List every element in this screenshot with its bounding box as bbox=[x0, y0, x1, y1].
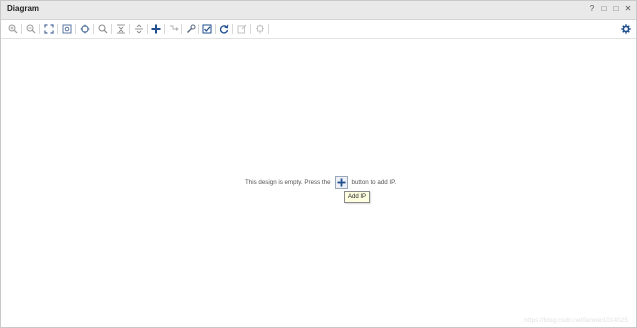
toolbar-separator bbox=[198, 24, 199, 34]
expand-all-icon[interactable] bbox=[133, 23, 145, 35]
toolbar-separator bbox=[147, 24, 148, 34]
wrench-icon[interactable] bbox=[185, 23, 197, 35]
title-bar: Diagram ? □ □ ✕ bbox=[1, 1, 636, 20]
collapse-all-icon[interactable] bbox=[115, 23, 127, 35]
window-controls: ? □ □ ✕ bbox=[588, 4, 632, 14]
toolbar-separator bbox=[232, 24, 233, 34]
empty-design-message: This design is empty. Press the button t… bbox=[245, 176, 396, 189]
toolbar-separator bbox=[39, 24, 40, 34]
toolbar-separator bbox=[181, 24, 182, 34]
add-ip-tooltip: Add IP bbox=[344, 191, 371, 203]
toolbar-separator bbox=[57, 24, 58, 34]
zoom-fit-icon[interactable] bbox=[61, 23, 73, 35]
toolbar-separator bbox=[250, 24, 251, 34]
help-icon[interactable]: ? bbox=[588, 4, 596, 14]
search-icon[interactable] bbox=[97, 23, 109, 35]
toolbar-separator bbox=[129, 24, 130, 34]
panel-title: Diagram bbox=[7, 4, 40, 13]
maximize-icon[interactable]: □ bbox=[612, 4, 620, 14]
add-ip-button[interactable] bbox=[334, 176, 348, 189]
diagram-toolbar bbox=[1, 20, 636, 39]
close-icon[interactable]: ✕ bbox=[624, 4, 632, 14]
toolbar-separator bbox=[164, 24, 165, 34]
zoom-out-icon[interactable] bbox=[25, 23, 37, 35]
add-ip-icon[interactable] bbox=[150, 23, 162, 35]
restore-icon[interactable]: □ bbox=[600, 4, 608, 14]
empty-message-suffix: button to add IP. bbox=[351, 179, 397, 186]
watermark: https://blog.csdn.net/lanwei1014025 bbox=[524, 317, 628, 324]
toolbar-separator bbox=[75, 24, 76, 34]
fit-full-icon[interactable] bbox=[43, 23, 55, 35]
toolbar-separator bbox=[93, 24, 94, 34]
toolbar-separator bbox=[21, 24, 22, 34]
autoconnect-icon[interactable] bbox=[168, 23, 180, 35]
pin-icon[interactable] bbox=[254, 23, 266, 35]
toolbar-separator bbox=[215, 24, 216, 34]
diagram-panel: Diagram ? □ □ ✕ This design is empty. Pr… bbox=[0, 0, 637, 328]
zoom-in-icon[interactable] bbox=[7, 23, 19, 35]
regenerate-icon[interactable] bbox=[236, 23, 248, 35]
validate-icon[interactable] bbox=[201, 23, 213, 35]
target-icon[interactable] bbox=[79, 23, 91, 35]
toolbar-separator bbox=[268, 24, 269, 34]
refresh-icon[interactable] bbox=[218, 23, 230, 35]
settings-icon[interactable] bbox=[620, 23, 632, 35]
toolbar-separator bbox=[111, 24, 112, 34]
empty-message-prefix: This design is empty. Press the bbox=[245, 179, 331, 186]
plus-icon bbox=[336, 178, 346, 187]
